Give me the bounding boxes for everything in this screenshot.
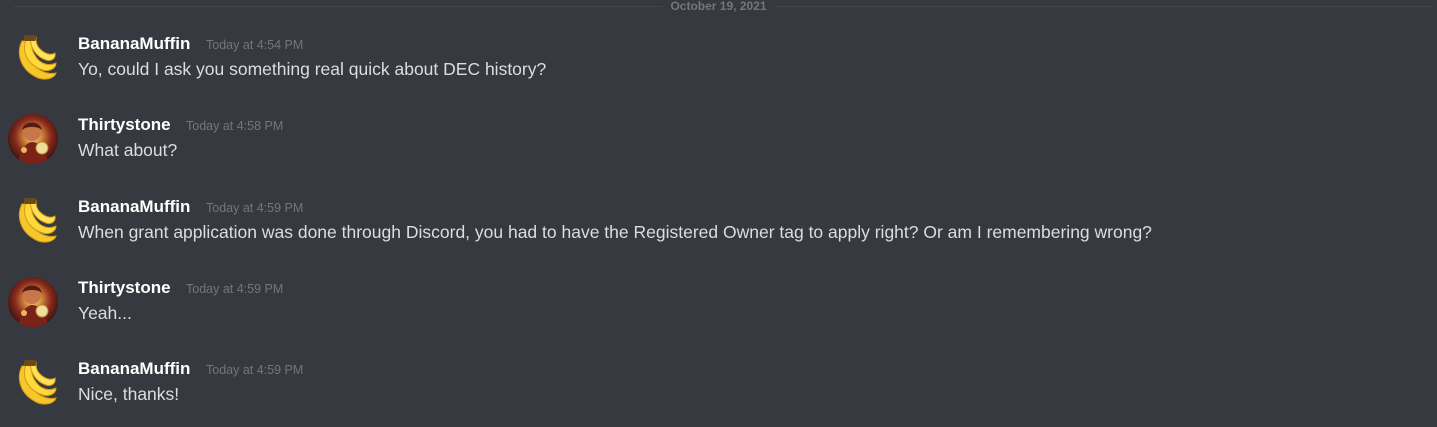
- timestamp: Today at 4:59 PM: [206, 201, 304, 215]
- message-text: Yo, could I ask you something real quick…: [78, 59, 547, 79]
- avatar[interactable]: [8, 358, 58, 408]
- username[interactable]: BananaMuffin: [78, 358, 190, 380]
- date-divider-label: October 19, 2021: [662, 0, 775, 13]
- timestamp: Today at 4:59 PM: [206, 363, 304, 377]
- message-text: When grant application was done through …: [78, 222, 1152, 242]
- message: BananaMuffin Today at 4:59 PM Nice, than…: [0, 358, 1437, 420]
- avatar[interactable]: [8, 33, 58, 83]
- date-divider: October 19, 2021: [0, 0, 1437, 14]
- username[interactable]: BananaMuffin: [78, 196, 190, 218]
- timestamp: Today at 4:59 PM: [186, 282, 284, 296]
- username[interactable]: BananaMuffin: [78, 33, 190, 55]
- avatar[interactable]: [8, 114, 58, 164]
- message: BananaMuffin Today at 4:59 PM When grant…: [0, 196, 1437, 258]
- character-portrait-icon: [18, 285, 49, 327]
- banana-icon: [18, 35, 57, 80]
- timestamp: Today at 4:58 PM: [186, 119, 284, 133]
- avatar[interactable]: [8, 196, 58, 246]
- username[interactable]: Thirtystone: [78, 114, 171, 136]
- avatar[interactable]: [8, 277, 58, 327]
- banana-icon: [18, 360, 57, 405]
- message-text: Yeah...: [78, 303, 132, 323]
- message-text: Nice, thanks!: [78, 384, 180, 404]
- character-portrait-icon: [18, 122, 49, 164]
- banana-icon: [18, 198, 57, 243]
- username[interactable]: Thirtystone: [78, 277, 171, 299]
- message: Thirtystone Today at 4:58 PM What about?: [0, 114, 1437, 176]
- message: BananaMuffin Today at 4:54 PM Yo, could …: [0, 33, 1437, 95]
- chat-window: { "divider": {"date": "October 19, 2021"…: [0, 0, 1437, 427]
- timestamp: Today at 4:54 PM: [206, 38, 304, 52]
- message-text: What about?: [78, 140, 178, 160]
- message: Thirtystone Today at 4:59 PM Yeah...: [0, 277, 1437, 339]
